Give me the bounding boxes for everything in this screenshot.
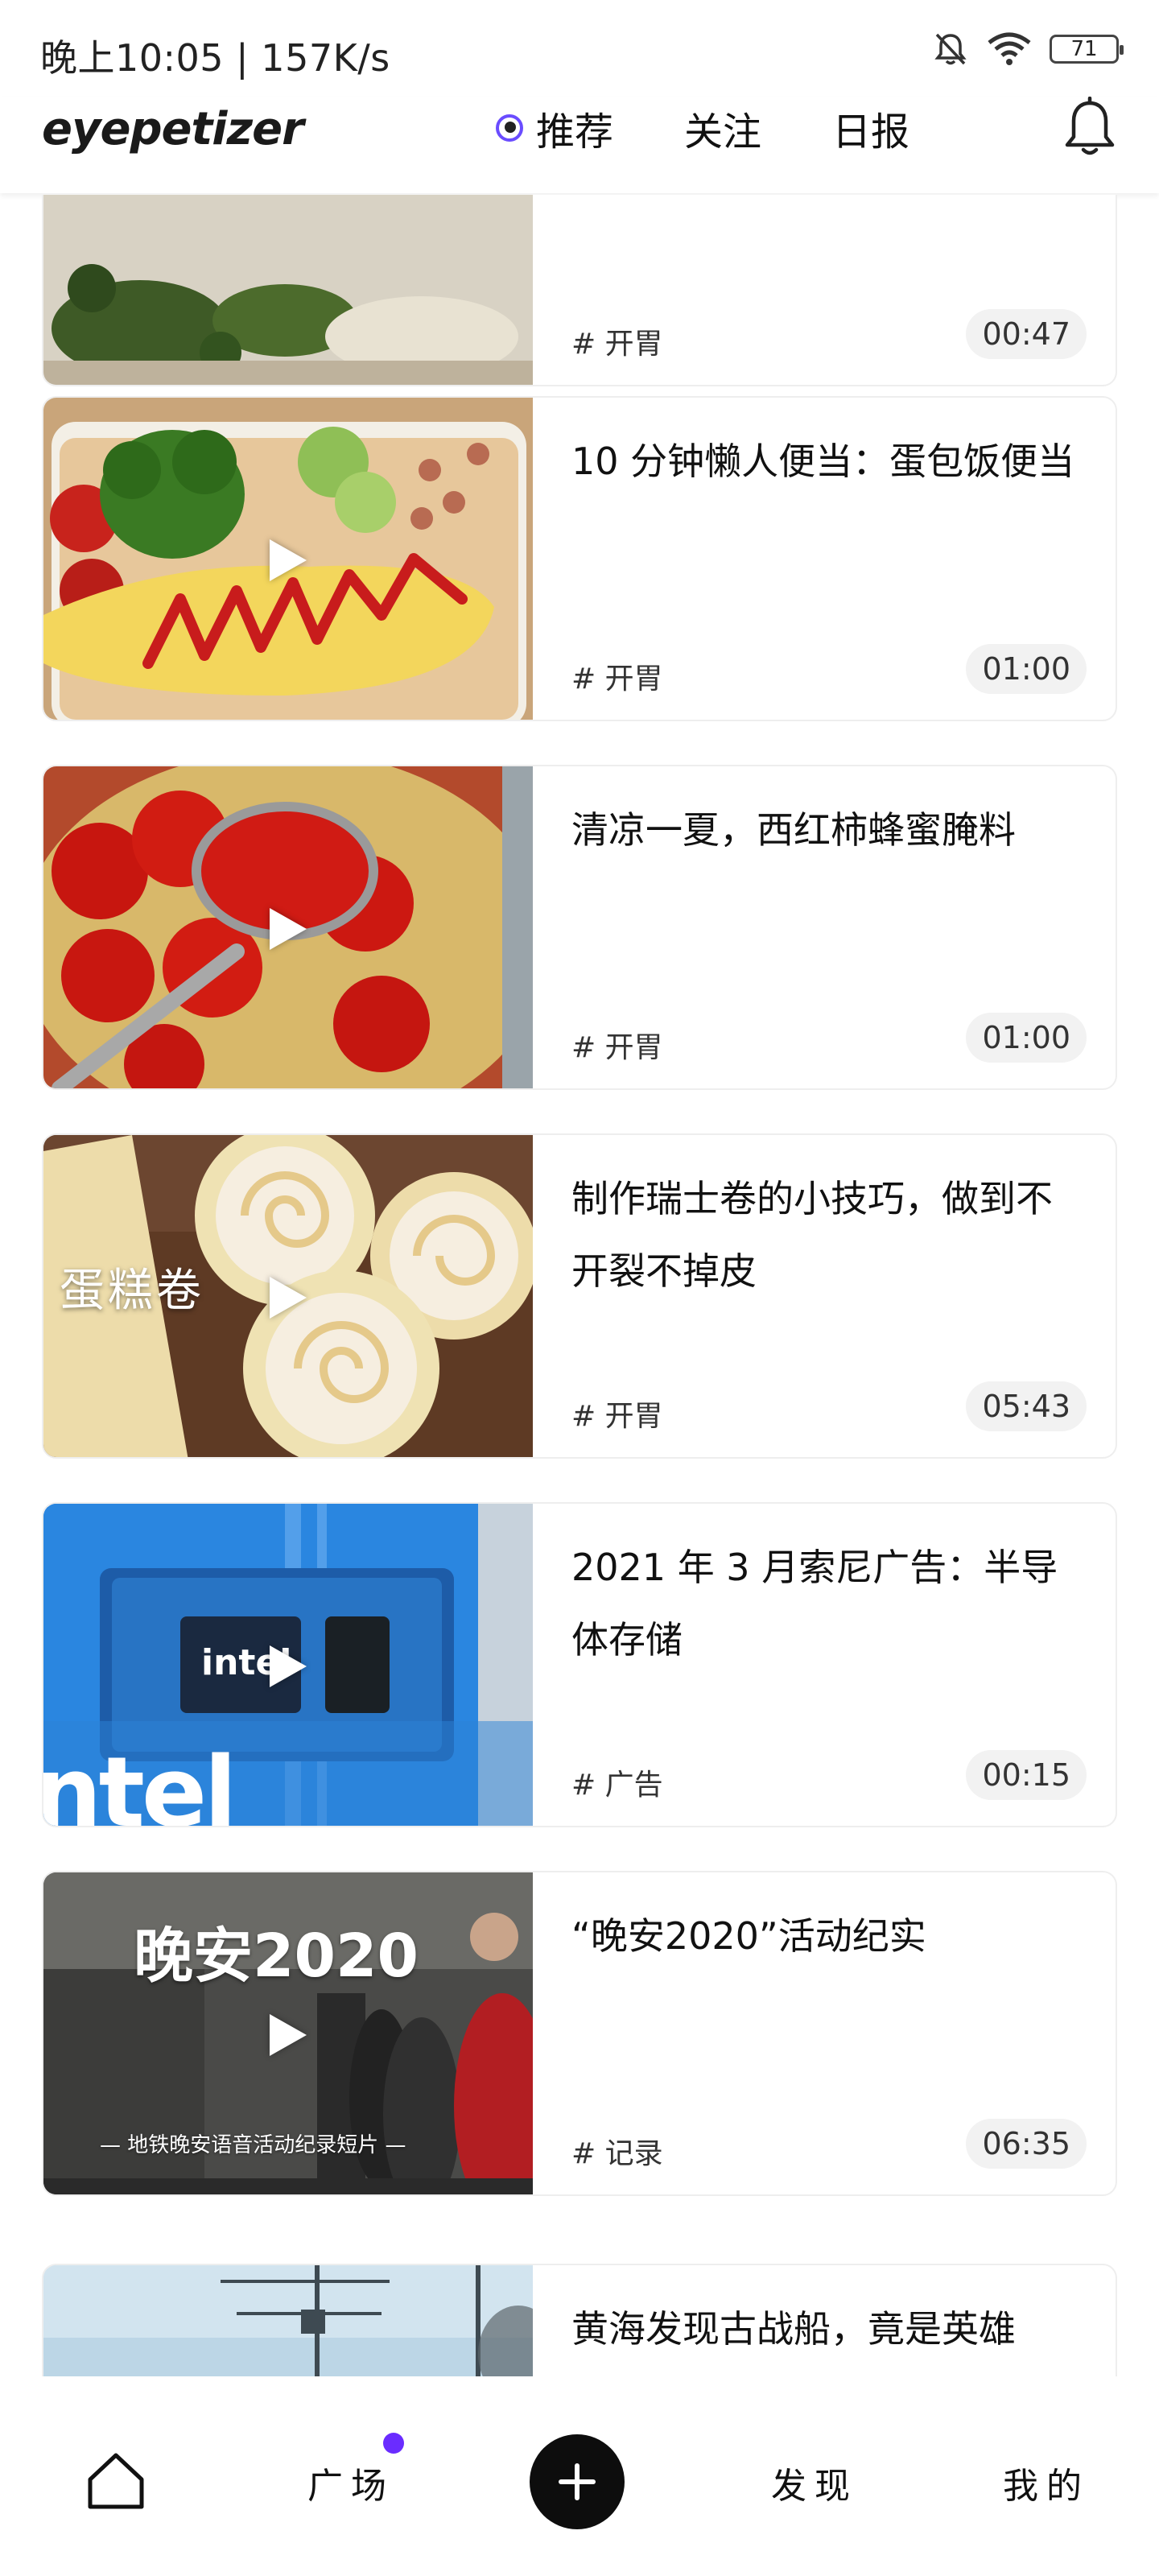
nav-mine[interactable]: 我的 — [1003, 2457, 1090, 2508]
video-title[interactable]: 2021 年 3 月索尼广告：半导体存储 — [571, 1531, 1087, 1676]
plus-icon — [559, 2463, 596, 2500]
thumbnail-caption: 蛋糕卷 — [60, 1265, 204, 1317]
video-title[interactable]: 制作瑞士卷的小技巧，做到不开裂不掉皮 — [571, 1162, 1087, 1307]
video-thumbnail[interactable] — [43, 195, 533, 385]
video-card[interactable]: 10 分钟懒人便当：蛋包饭便当 # 开胃 01:00 — [42, 396, 1117, 721]
video-tag[interactable]: # 开胃 — [571, 655, 663, 697]
battery-icon: 71 — [1050, 35, 1124, 64]
video-tag[interactable]: # 开胃 — [571, 1393, 663, 1435]
wifi-icon — [988, 32, 1031, 65]
video-duration: 00:15 — [966, 1750, 1087, 1800]
video-tag[interactable]: # 广告 — [571, 1761, 663, 1803]
add-button[interactable] — [530, 2434, 625, 2529]
video-title[interactable]: “晚安2020”活动纪实 — [571, 1900, 1087, 1972]
video-tag[interactable]: # 记录 — [571, 2130, 663, 2172]
video-thumbnail[interactable]: 晚安2020 — 地铁晚安语音活动纪录短片 — — [43, 1872, 533, 2194]
video-duration: 06:35 — [966, 2119, 1087, 2169]
tab-recommend[interactable]: 推荐 — [496, 100, 613, 156]
home-icon[interactable] — [84, 2447, 148, 2512]
video-card[interactable]: 晚安2020 — 地铁晚安语音活动纪录短片 — “晚安2020”活动纪实 # 记… — [42, 1871, 1117, 2196]
video-feed: # 开胃 00:47 10 分钟懒人便当：蛋包饭便当 # 开胃 01:00 清凉… — [0, 195, 1159, 2376]
tab-daily[interactable]: 日报 — [832, 100, 909, 156]
header-tabs: 推荐 关注 日报 — [496, 100, 980, 156]
video-card[interactable]: 黄海发现古战船，竟是英雄 — [42, 2264, 1117, 2376]
video-thumbnail[interactable] — [43, 2265, 533, 2376]
intel-logo-fragment: intel — [43, 1737, 237, 1827]
video-card[interactable]: intel intel 2021 年 3 月索尼广告：半导体存储 # 广告 00… — [42, 1502, 1117, 1827]
play-icon — [270, 1645, 307, 1687]
status-bar: 晚上10:05 | 157K/s 71 — [0, 0, 1159, 97]
recommend-indicator-icon — [496, 114, 523, 142]
tab-follow-label: 关注 — [684, 109, 762, 155]
battery-level: 71 — [1070, 37, 1098, 61]
tab-follow[interactable]: 关注 — [684, 100, 761, 156]
video-thumbnail[interactable] — [43, 398, 533, 720]
video-card[interactable]: 清凉一夏，西红柿蜂蜜腌料 # 开胃 01:00 — [42, 765, 1117, 1090]
video-title[interactable]: 黄海发现古战船，竟是英雄 — [571, 2293, 1087, 2365]
play-icon — [270, 908, 307, 950]
notification-badge — [383, 2433, 404, 2454]
video-tag[interactable]: # 开胃 — [571, 1024, 663, 1066]
video-duration: 01:00 — [966, 1013, 1087, 1063]
nav-square[interactable]: 广场 — [307, 2457, 394, 2508]
video-thumbnail[interactable] — [43, 766, 533, 1088]
thumbnail-caption: 晚安2020 — [134, 1922, 419, 1991]
app-header: eyepetizer 推荐 关注 日报 — [0, 97, 1159, 193]
video-thumbnail[interactable]: 蛋糕卷 — [43, 1135, 533, 1457]
video-thumbnail[interactable]: intel intel — [43, 1504, 533, 1827]
app-logo: eyepetizer — [42, 103, 304, 155]
mute-icon — [934, 33, 967, 65]
play-icon — [270, 2014, 307, 2056]
video-title[interactable]: 清凉一夏，西红柿蜂蜜腌料 — [571, 794, 1087, 866]
status-time-speed: 晚上10:05 | 157K/s — [40, 36, 390, 80]
status-icons: 71 — [932, 31, 1124, 68]
thumbnail-subcaption: — 地铁晚安语音活动纪录短片 — — [100, 2133, 406, 2157]
tab-daily-label: 日报 — [832, 109, 910, 155]
video-duration: 05:43 — [966, 1381, 1087, 1431]
food-thumbnail-image — [43, 195, 533, 385]
ship-thumbnail-image — [43, 2265, 533, 2376]
tab-recommend-label: 推荐 — [536, 109, 614, 155]
video-tag[interactable]: # 开胃 — [571, 320, 663, 362]
play-icon — [270, 1277, 307, 1319]
video-duration: 00:47 — [966, 309, 1087, 359]
play-icon — [270, 539, 307, 581]
nav-discover[interactable]: 发现 — [771, 2457, 858, 2508]
video-card[interactable]: # 开胃 00:47 — [42, 195, 1117, 386]
video-title[interactable]: 10 分钟懒人便当：蛋包饭便当 — [571, 425, 1087, 497]
video-duration: 01:00 — [966, 644, 1087, 694]
bottom-navigation: 广场 发现 我的 — [0, 2376, 1159, 2576]
bell-icon[interactable] — [1059, 97, 1120, 161]
video-card[interactable]: 蛋糕卷 制作瑞士卷的小技巧，做到不开裂不掉皮 # 开胃 05:43 — [42, 1133, 1117, 1459]
